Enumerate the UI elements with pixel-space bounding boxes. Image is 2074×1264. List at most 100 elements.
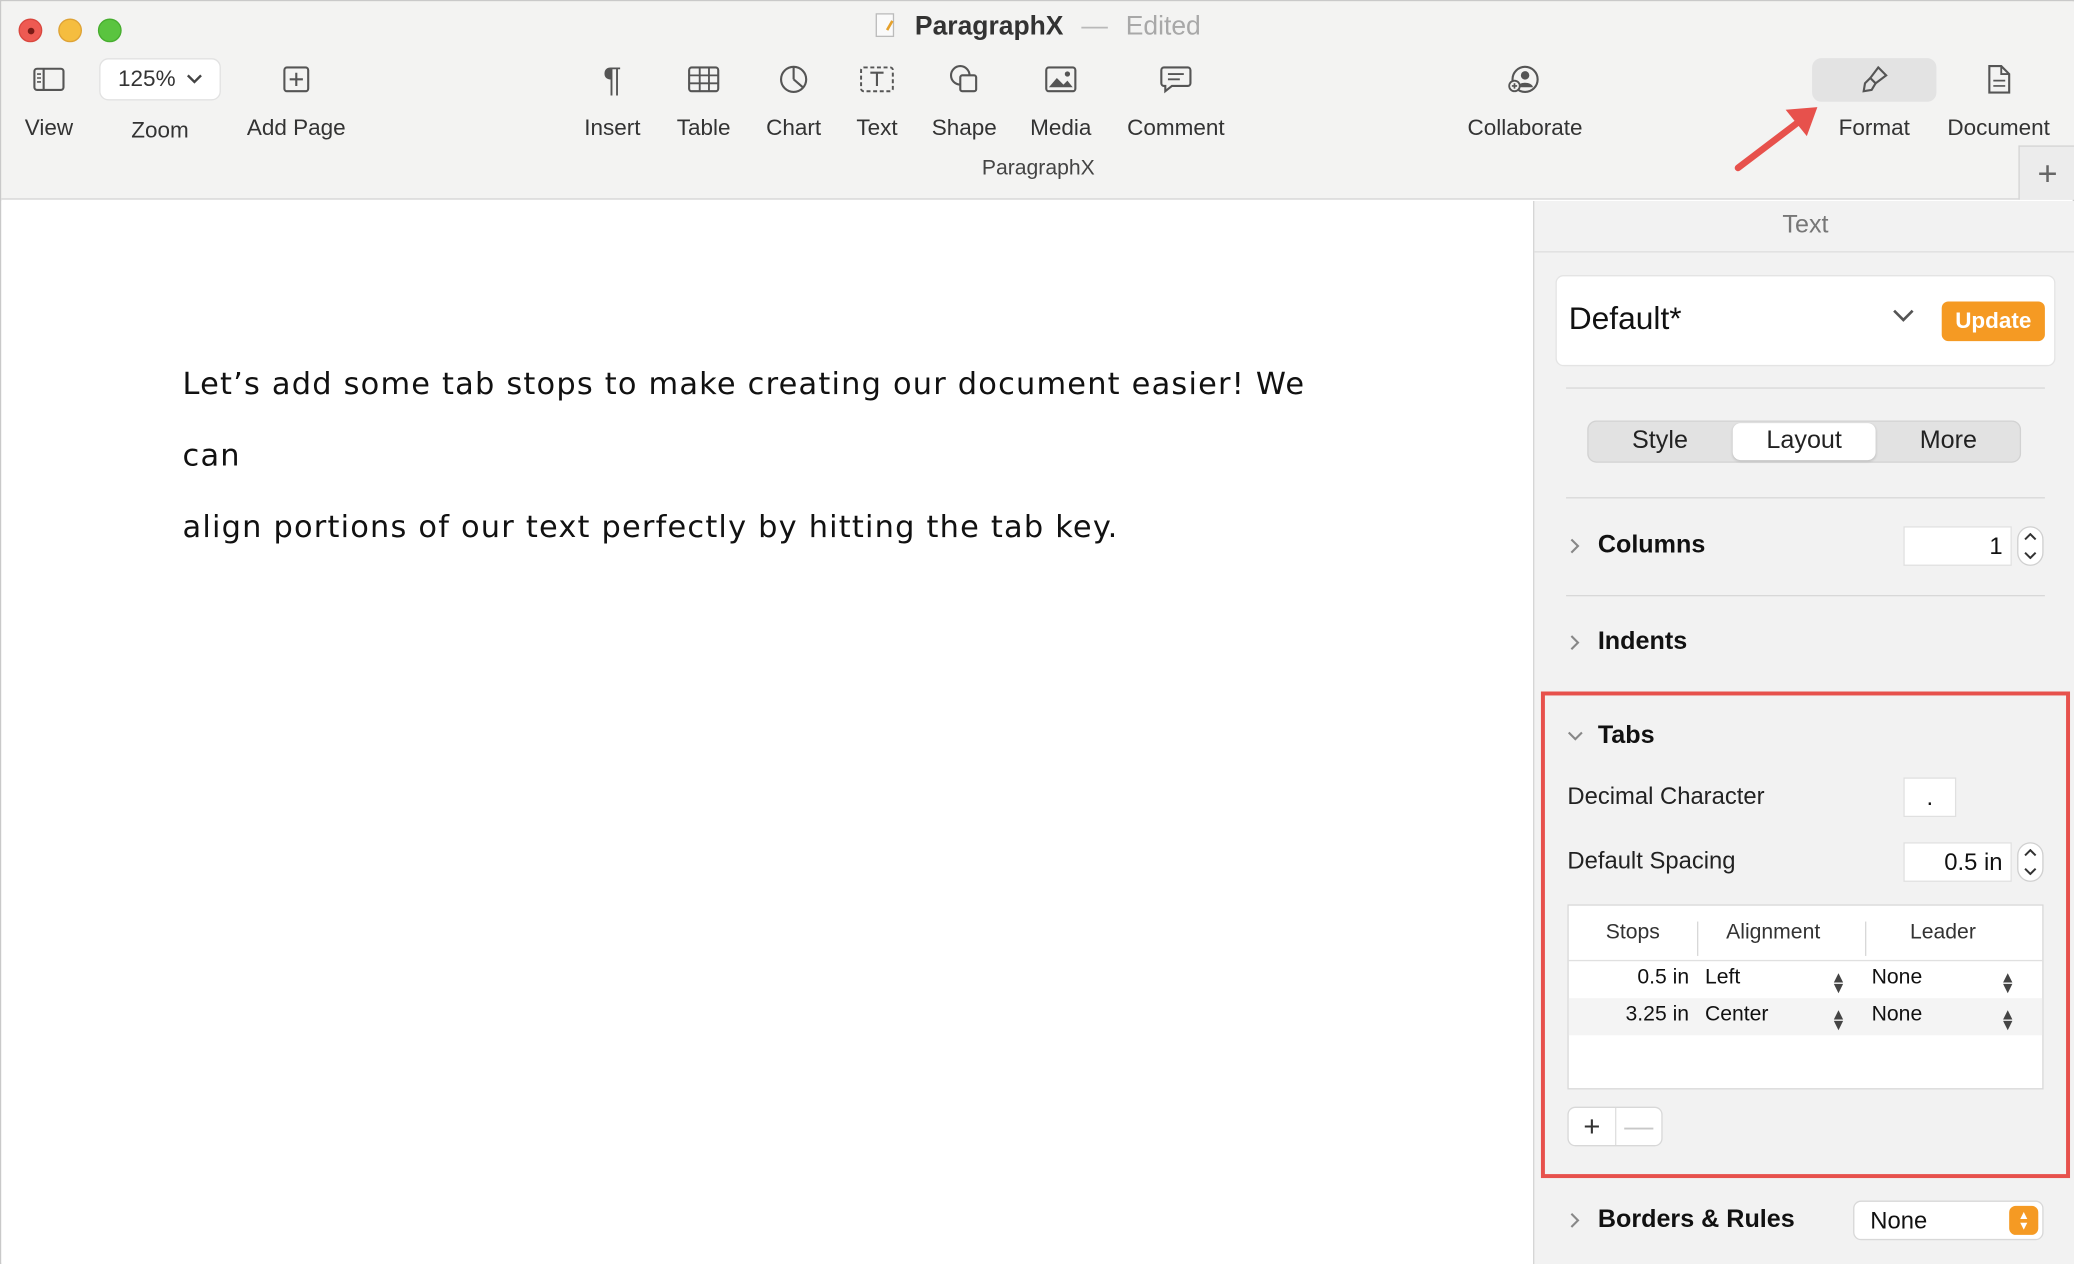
shape-icon [927,57,1001,102]
indents-label[interactable]: Indents [1598,628,1687,657]
default-spacing-field[interactable]: 0.5 in [1903,842,2012,882]
tab-stop-alignment[interactable]: Left [1705,967,1740,991]
chart-button[interactable]: Chart [761,57,827,142]
annotation-arrow-icon [1734,107,1818,172]
add-page-icon [239,57,353,102]
add-tab-stop-button[interactable]: + [1569,1108,1615,1145]
view-button[interactable]: View [17,57,80,142]
zoom-select[interactable]: 125% [99,58,221,101]
up-down-arrows-icon[interactable]: ▲ ▼ [1831,1006,1847,1032]
zoom-value: 125% [118,66,176,92]
comment-label: Comment [1127,115,1225,141]
chevron-down-icon[interactable] [1566,730,1585,743]
collaborate-button[interactable]: Collaborate [1462,57,1589,142]
decimal-character-field[interactable]: . [1903,777,1957,818]
table-row[interactable]: 3.25 in Center ▲ ▼ None ▲ ▼ [1568,998,2043,1036]
chevron-up-icon[interactable] [2024,848,2037,857]
comment-button[interactable]: Comment [1120,57,1231,142]
add-page-button[interactable]: Add Page [239,57,353,142]
text-button[interactable]: Text [849,57,905,142]
collaborate-label: Collaborate [1467,115,1583,141]
tab-stop-leader[interactable]: None [1872,967,1923,991]
chevron-down-icon[interactable] [2024,867,2037,876]
view-label: View [24,115,74,141]
chevron-right-icon[interactable] [1569,1211,1581,1230]
paragraph-style-selector[interactable]: Default* Update [1555,275,2056,367]
sidebar-icon [17,57,80,102]
media-label: Media [1030,115,1092,141]
table-header: Stops Alignment Leader [1568,906,2043,962]
chevron-up-icon[interactable] [2024,532,2037,541]
update-style-button[interactable]: Update [1941,301,2045,342]
divider [1566,594,2045,597]
tab-stops-table: Stops Alignment Leader 0.5 in Left ▲ ▼ No… [1567,904,2044,1090]
up-down-arrows-icon: ▲ ▼ [2009,1205,2039,1235]
tab-stop-leader[interactable]: None [1872,1004,1923,1028]
tab-stop-position[interactable]: 3.25 in [1626,1004,1690,1028]
zoom-control[interactable]: 125% Zoom [98,58,222,144]
text-label: Text [856,115,898,141]
chevron-right-icon[interactable] [1569,633,1581,652]
new-tab-button[interactable]: + [2018,145,2074,200]
format-inspector: Text Default* Update Style Layout More C… [1533,200,2074,1264]
text-box-icon [849,57,905,102]
pie-chart-icon [761,57,827,102]
insert-button[interactable]: ¶ Insert [578,57,647,142]
borders-style-value: None [1870,1207,1928,1234]
columns-label[interactable]: Columns [1598,532,1706,561]
table-icon [672,57,735,102]
shape-label: Shape [931,115,997,141]
columns-field[interactable]: 1 [1903,526,2012,566]
divider [1534,251,2074,253]
remove-tab-stop-button[interactable]: — [1614,1107,1661,1146]
column-header-alignment[interactable]: Alignment [1726,922,1820,946]
chevron-down-icon[interactable] [2024,551,2037,560]
tab-stop-add-remove: + — [1567,1106,1663,1147]
body-text[interactable]: Let’s add some tab stops to make creatin… [183,349,1347,563]
default-spacing-stepper[interactable] [2017,842,2044,882]
photo-icon [1025,57,1096,102]
table-label: Table [676,115,731,141]
borders-style-select[interactable]: None ▲ ▼ [1853,1200,2044,1241]
title-separator: — [1081,11,1108,41]
document-canvas[interactable]: Let’s add some tab stops to make creatin… [1,200,1534,1264]
default-spacing-label: Default Spacing [1567,847,1736,874]
chevron-down-icon [186,74,202,84]
tab-style[interactable]: Style [1589,422,1732,462]
body-line: Let’s add some tab stops to make creatin… [182,367,1306,474]
format-button[interactable]: Format [1827,57,1922,142]
format-label: Format [1838,115,1910,141]
column-header-leader[interactable]: Leader [1910,922,1976,946]
tab-layout[interactable]: Layout [1732,423,1876,461]
chevron-right-icon[interactable] [1569,537,1581,556]
media-button[interactable]: Media [1025,57,1096,142]
edited-status: Edited [1125,11,1201,41]
column-header-stops[interactable]: Stops [1606,922,1660,946]
document-icon [1940,57,2056,102]
tab-stop-alignment[interactable]: Center [1705,1004,1769,1028]
comment-icon [1120,57,1231,102]
columns-stepper[interactable] [2017,526,2044,566]
inspector-header: Text [1782,211,1829,240]
window-title: ParagraphX — Edited [1,12,2074,42]
tab-more[interactable]: More [1877,422,2020,462]
up-down-arrows-icon[interactable]: ▲ ▼ [2000,969,2016,995]
toolbar: ParagraphX — Edited View 125% Zoom Add P… [1,1,2074,200]
divider [1566,387,2045,389]
table-button[interactable]: Table [672,57,735,142]
add-page-label: Add Page [246,115,346,141]
shape-button[interactable]: Shape [927,57,1001,142]
chevron-down-icon[interactable] [1891,308,1915,324]
table-row[interactable]: 0.5 in Left ▲ ▼ None ▲ ▼ [1569,961,2043,998]
borders-rules-label[interactable]: Borders & Rules [1598,1206,1795,1235]
tabs-label[interactable]: Tabs [1598,722,1655,751]
document-button[interactable]: Document [1940,57,2056,142]
insert-label: Insert [584,115,641,141]
pages-document-icon [875,13,895,38]
divider [1566,497,2045,499]
up-down-arrows-icon[interactable]: ▲ ▼ [1831,969,1847,995]
chart-label: Chart [766,115,822,141]
up-down-arrows-icon[interactable]: ▲ ▼ [2000,1006,2016,1032]
body-line: align portions of our text perfectly by … [182,510,1119,545]
tab-stop-position[interactable]: 0.5 in [1637,967,1689,991]
